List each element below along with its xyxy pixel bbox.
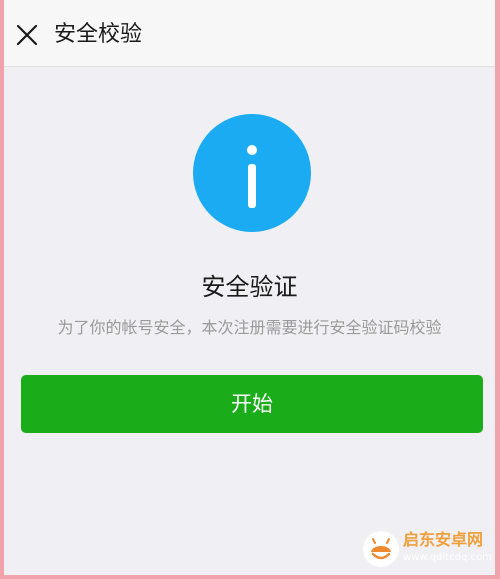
- close-icon: [16, 24, 38, 46]
- watermark: 启东安卓网 www.qdltcdq.com: [361, 527, 492, 571]
- close-button[interactable]: [14, 22, 40, 48]
- page-title: 安全校验: [54, 22, 143, 47]
- watermark-url: www.qdltcdq.com: [403, 552, 492, 563]
- watermark-name: 启东安卓网: [403, 530, 484, 549]
- app-frame: 安全校验 安全验证 为了你的帐号安全，本次注册需要进行安全验证码校验 开始 启东…: [4, 0, 495, 575]
- verification-description: 为了你的帐号安全，本次注册需要进行安全验证码校验: [57, 318, 442, 337]
- start-button[interactable]: 开始: [21, 375, 483, 433]
- header-bar: 安全校验: [4, 0, 495, 67]
- info-icon: [193, 114, 311, 232]
- verification-title: 安全验证: [201, 273, 298, 301]
- watermark-logo-icon: [363, 531, 399, 567]
